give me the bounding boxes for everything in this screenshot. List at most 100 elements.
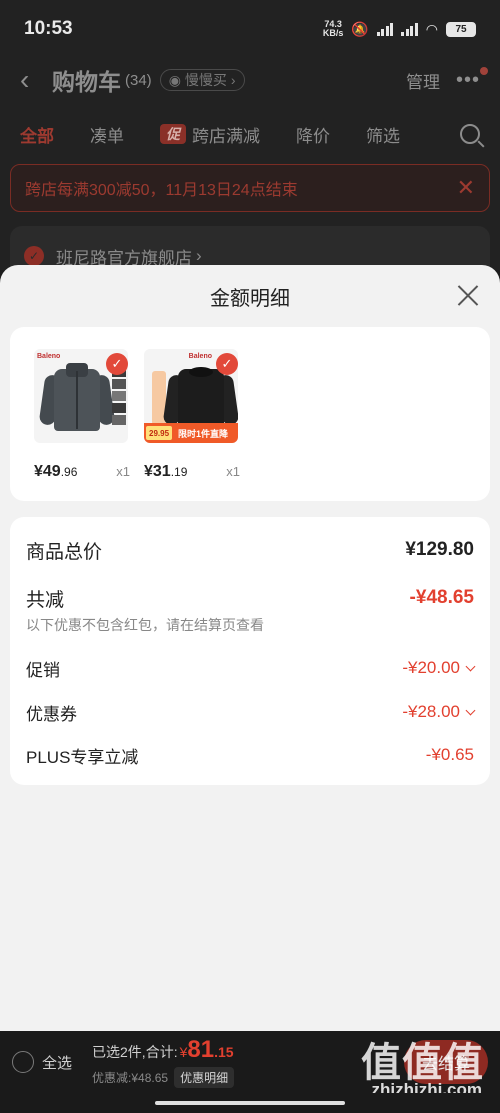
- check-icon: ✓: [106, 353, 128, 375]
- tab-cross-store-label: 跨店满减: [192, 126, 260, 146]
- select-all-radio[interactable]: [12, 1051, 34, 1073]
- wifi-icon: ◠: [425, 20, 438, 37]
- promo-line[interactable]: 促销 -¥20.00: [26, 653, 476, 683]
- product-price: ¥49 .96 x1: [34, 463, 130, 481]
- check-icon[interactable]: ✓: [24, 246, 44, 266]
- home-indicator[interactable]: [155, 1101, 345, 1105]
- tab-filter[interactable]: 筛选: [366, 122, 400, 147]
- line-value: -¥28.00: [402, 702, 460, 721]
- total-currency: ¥: [179, 1044, 188, 1060]
- more-dots: •••: [455, 68, 480, 91]
- net-speed: 74.3 KB/s: [323, 20, 344, 38]
- brand-mark: Baleno: [37, 353, 61, 360]
- promo-banner-text: 跨店每满300减50，11月13日24点结束: [25, 182, 298, 199]
- signal-icon-2: [401, 22, 418, 36]
- search-icon[interactable]: [460, 124, 480, 144]
- cart-count: (34): [125, 71, 152, 89]
- price-main: ¥31: [144, 463, 171, 480]
- more-icon[interactable]: •••: [455, 66, 488, 92]
- checkout-bar: 全选 已选2件,合计: ¥ 81 .15 优惠减:¥48.65 优惠明细 去结算: [0, 1031, 500, 1093]
- discount-note: 以下优惠不包含红包，请在结算页查看: [26, 617, 264, 633]
- tag-price: 29.95: [146, 426, 173, 440]
- line-value-wrap: -¥20.00: [402, 658, 476, 678]
- checkout-button[interactable]: 去结算: [404, 1040, 488, 1084]
- product-qty: x1: [226, 464, 240, 479]
- jacket-image: [38, 363, 116, 433]
- coupon-line[interactable]: 优惠券 -¥28.00: [26, 697, 476, 727]
- line-label: PLUS专享立减: [26, 747, 139, 767]
- selected-text: 已选2件,合计:: [92, 1044, 178, 1060]
- discount-row: 共减 -¥48.65: [26, 583, 474, 613]
- tab-combine[interactable]: 凑单: [90, 122, 124, 147]
- chevron-down-icon: [465, 661, 476, 671]
- status-icons: 74.3 KB/s 🔕 ◠ 75: [323, 20, 476, 38]
- line-value: -¥20.00: [402, 658, 460, 677]
- total-label: 商品总价: [26, 541, 103, 563]
- price-cents: .96: [60, 465, 78, 479]
- price-cents: .19: [170, 465, 188, 479]
- product-image: Baleno ✓: [34, 349, 128, 443]
- close-icon[interactable]: [456, 283, 480, 307]
- tab-all[interactable]: 全部: [20, 122, 54, 147]
- status-time: 10:53: [24, 18, 73, 39]
- chevron-right-icon: ›: [230, 72, 236, 88]
- tab-cross-store[interactable]: 促 跨店满减: [160, 122, 260, 147]
- brand-mark: Baleno: [188, 353, 212, 360]
- eye-icon: ◉: [168, 71, 181, 88]
- amount-detail-sheet: 金额明细 Baleno ✓ ¥49 .96 x1 Baleno 29.95 限时…: [0, 265, 500, 1031]
- summary-top: 已选2件,合计: ¥ 81 .15: [92, 1036, 234, 1064]
- promo-tag: 29.95 限时1件直降: [144, 423, 238, 443]
- price-detail-card: 商品总价 ¥129.80 共减 -¥48.65 以下优惠不包含红包，请在结算页查…: [10, 517, 490, 785]
- plus-line: PLUS专享立减 -¥0.65: [26, 740, 474, 770]
- promo-banner: 跨店每满300减50，11月13日24点结束 ✕: [10, 164, 490, 212]
- sheet-header: 金额明细: [0, 265, 500, 327]
- status-bar: 10:53 74.3 KB/s 🔕 ◠ 75: [0, 0, 500, 58]
- color-swatches: [112, 367, 126, 433]
- signal-icon: [376, 22, 394, 36]
- battery-level: 75: [455, 23, 467, 35]
- notification-dot: [480, 66, 488, 75]
- line-value-wrap: -¥28.00: [402, 702, 476, 722]
- line-value: -¥0.65: [425, 745, 474, 764]
- promo-badge: 促: [160, 124, 186, 144]
- total-int: 81: [187, 1036, 215, 1063]
- line-label: 优惠券: [26, 704, 77, 724]
- tag-text: 限时1件直降: [178, 428, 229, 439]
- nav-bar: ‹ 购物车 (34) ◉ 慢慢买 › 管理 •••: [0, 58, 500, 102]
- battery-icon: 75: [446, 21, 476, 37]
- page-title: 购物车: [52, 69, 121, 95]
- chevron-right-icon: ›: [196, 246, 202, 265]
- background-page: 10:53 74.3 KB/s 🔕 ◠ 75 ‹ 购物车 (34) ◉ 慢慢买 …: [0, 0, 500, 286]
- slow-buy-label: 慢慢买: [184, 72, 227, 88]
- product-qty: x1: [116, 464, 130, 479]
- total-row: 商品总价 ¥129.80: [26, 535, 474, 565]
- product-item[interactable]: Baleno ✓ ¥49 .96 x1: [34, 349, 130, 481]
- saved-text: 优惠减:¥48.65: [92, 1071, 169, 1085]
- order-summary: 已选2件,合计: ¥ 81 .15 优惠减:¥48.65 优惠明细: [92, 1036, 235, 1088]
- discount-value: -¥48.65: [409, 587, 474, 608]
- select-all-label[interactable]: 全选: [42, 1052, 72, 1073]
- total-value: ¥129.80: [405, 539, 474, 560]
- home-bar: [0, 1093, 500, 1113]
- slow-buy-button[interactable]: ◉ 慢慢买 ›: [159, 69, 245, 91]
- close-icon[interactable]: ✕: [457, 175, 475, 201]
- manage-button[interactable]: 管理: [406, 68, 440, 93]
- tab-price-drop[interactable]: 降价: [296, 122, 330, 147]
- net-speed-unit: KB/s: [322, 28, 344, 38]
- line-label: 促销: [26, 660, 60, 680]
- check-icon: ✓: [216, 353, 238, 375]
- total-dec: .15: [214, 1044, 234, 1060]
- discount-detail-button[interactable]: 优惠明细: [174, 1067, 235, 1088]
- price-main: ¥49: [34, 463, 61, 480]
- back-icon[interactable]: ‹: [20, 64, 50, 96]
- summary-bottom: 优惠减:¥48.65 优惠明细: [92, 1067, 235, 1088]
- chevron-down-icon: [465, 705, 476, 715]
- product-price: ¥31 .19 x1: [144, 463, 240, 481]
- product-image: Baleno 29.95 限时1件直降 ✓: [144, 349, 238, 443]
- product-item[interactable]: Baleno 29.95 限时1件直降 ✓ ¥31 .19 x1: [144, 349, 240, 481]
- filter-tabs: 全部 凑单 促 跨店满减 降价 筛选: [0, 114, 500, 154]
- products-card: Baleno ✓ ¥49 .96 x1 Baleno 29.95 限时1件直降 …: [10, 327, 490, 501]
- mute-icon: 🔕: [351, 20, 369, 37]
- discount-label: 共减: [26, 589, 65, 611]
- sheet-title: 金额明细: [210, 287, 290, 310]
